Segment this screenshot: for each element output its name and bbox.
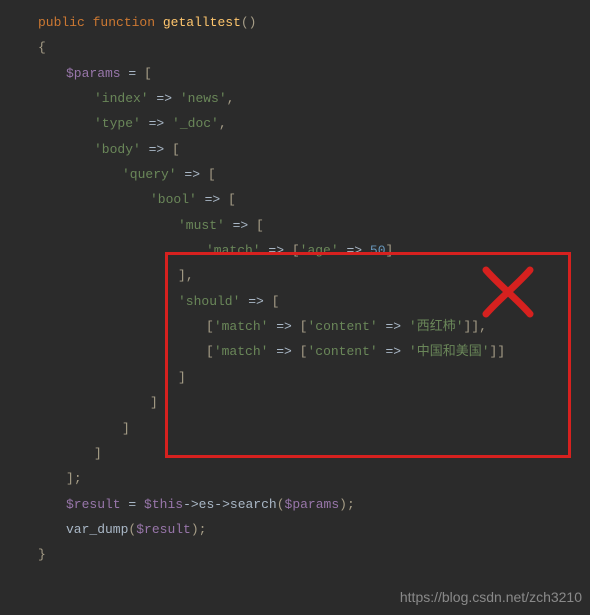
bracket-close: ]: [178, 370, 186, 385]
arrow-op: ->: [214, 497, 230, 512]
keyword-function: function: [93, 15, 155, 30]
bracket-open: [: [172, 142, 180, 157]
fat-arrow: =>: [386, 319, 402, 334]
fat-arrow: =>: [149, 116, 165, 131]
code-editor: public function getalltest() { $params =…: [0, 0, 590, 615]
var-params-arg: $params: [285, 497, 340, 512]
key-must: 'must': [178, 218, 225, 233]
code-line: ]: [38, 441, 590, 466]
fat-arrow: =>: [205, 192, 221, 207]
fat-arrow: =>: [149, 142, 165, 157]
prop-es: es: [199, 497, 215, 512]
code-line: public function getalltest(): [38, 10, 590, 35]
val-age: 50: [370, 243, 386, 258]
bracket-close: ]: [66, 471, 74, 486]
key-query: 'query': [122, 167, 177, 182]
fat-arrow: =>: [268, 243, 284, 258]
key-body: 'body': [94, 142, 141, 157]
code-line: ['match' => ['content' => '西红柿']],: [38, 314, 590, 339]
fn-vardump: var_dump: [66, 522, 128, 537]
bracket-close: ]: [150, 395, 158, 410]
fat-arrow: =>: [184, 167, 200, 182]
code-line: ],: [38, 263, 590, 288]
key-content: 'content': [307, 344, 377, 359]
brace-open: {: [38, 40, 46, 55]
val-should1: '西红柿': [409, 319, 464, 334]
function-name: getalltest: [163, 15, 241, 30]
code-line: 'bool' => [: [38, 187, 590, 212]
var-result-arg: $result: [136, 522, 191, 537]
comma: ,: [479, 319, 487, 334]
val-type: '_doc': [172, 116, 219, 131]
val-index: 'news': [180, 91, 227, 106]
fat-arrow: =>: [276, 319, 292, 334]
comma: ,: [186, 268, 194, 283]
bracket-close: ]: [122, 421, 130, 436]
code-line: ['match' => ['content' => '中国和美国']]: [38, 339, 590, 364]
bracket-open: [: [206, 319, 214, 334]
fat-arrow: =>: [346, 243, 362, 258]
code-line: {: [38, 35, 590, 60]
var-params: $params: [66, 66, 121, 81]
arrow-op: ->: [183, 497, 199, 512]
brace-close: }: [38, 547, 46, 562]
code-line: $result = $this->es->search($params);: [38, 492, 590, 517]
code-line: ]: [38, 365, 590, 390]
key-age: 'age': [300, 243, 339, 258]
code-line: 'index' => 'news',: [38, 86, 590, 111]
semicolon: ;: [347, 497, 355, 512]
code-line: }: [38, 542, 590, 567]
key-match: 'match': [206, 243, 261, 258]
code-line: ]: [38, 416, 590, 441]
code-line: $params = [: [38, 61, 590, 86]
semicolon: ;: [199, 522, 207, 537]
semicolon: ;: [74, 471, 82, 486]
var-this: $this: [144, 497, 183, 512]
code-line: 'type' => '_doc',: [38, 111, 590, 136]
key-type: 'type': [94, 116, 141, 131]
code-line: 'should' => [: [38, 289, 590, 314]
bracket-open: [: [256, 218, 264, 233]
fat-arrow: =>: [276, 344, 292, 359]
fat-arrow: =>: [248, 294, 264, 309]
key-match: 'match': [214, 319, 269, 334]
key-match: 'match': [214, 344, 269, 359]
fat-arrow: =>: [233, 218, 249, 233]
bracket-open: [: [206, 344, 214, 359]
code-line: ]: [38, 390, 590, 415]
bracket-open: [: [144, 66, 152, 81]
bracket-close: ]: [386, 243, 394, 258]
bracket-open: [: [272, 294, 280, 309]
bracket-close: ]: [471, 319, 479, 334]
watermark-text: https://blog.csdn.net/zch3210: [400, 584, 582, 611]
code-line: 'body' => [: [38, 137, 590, 162]
comma: ,: [227, 91, 235, 106]
key-index: 'index': [94, 91, 149, 106]
comma: ,: [219, 116, 227, 131]
code-line: 'must' => [: [38, 213, 590, 238]
keyword-public: public: [38, 15, 85, 30]
bracket-open: [: [228, 192, 236, 207]
key-content: 'content': [307, 319, 377, 334]
code-line: 'query' => [: [38, 162, 590, 187]
fat-arrow: =>: [386, 344, 402, 359]
bracket-close: ]: [94, 446, 102, 461]
key-bool: 'bool': [150, 192, 197, 207]
fat-arrow: =>: [156, 91, 172, 106]
code-line: ];: [38, 466, 590, 491]
bracket-close: ]: [178, 268, 186, 283]
var-result: $result: [66, 497, 121, 512]
key-should: 'should': [178, 294, 240, 309]
code-line: var_dump($result);: [38, 517, 590, 542]
bracket-open: [: [208, 167, 216, 182]
bracket-close: ]: [497, 344, 505, 359]
parens: (): [241, 15, 257, 30]
val-should2: '中国和美国': [409, 344, 490, 359]
bracket-open: [: [292, 243, 300, 258]
code-line: 'match' => ['age' => 50]: [38, 238, 590, 263]
fn-search: search: [230, 497, 277, 512]
